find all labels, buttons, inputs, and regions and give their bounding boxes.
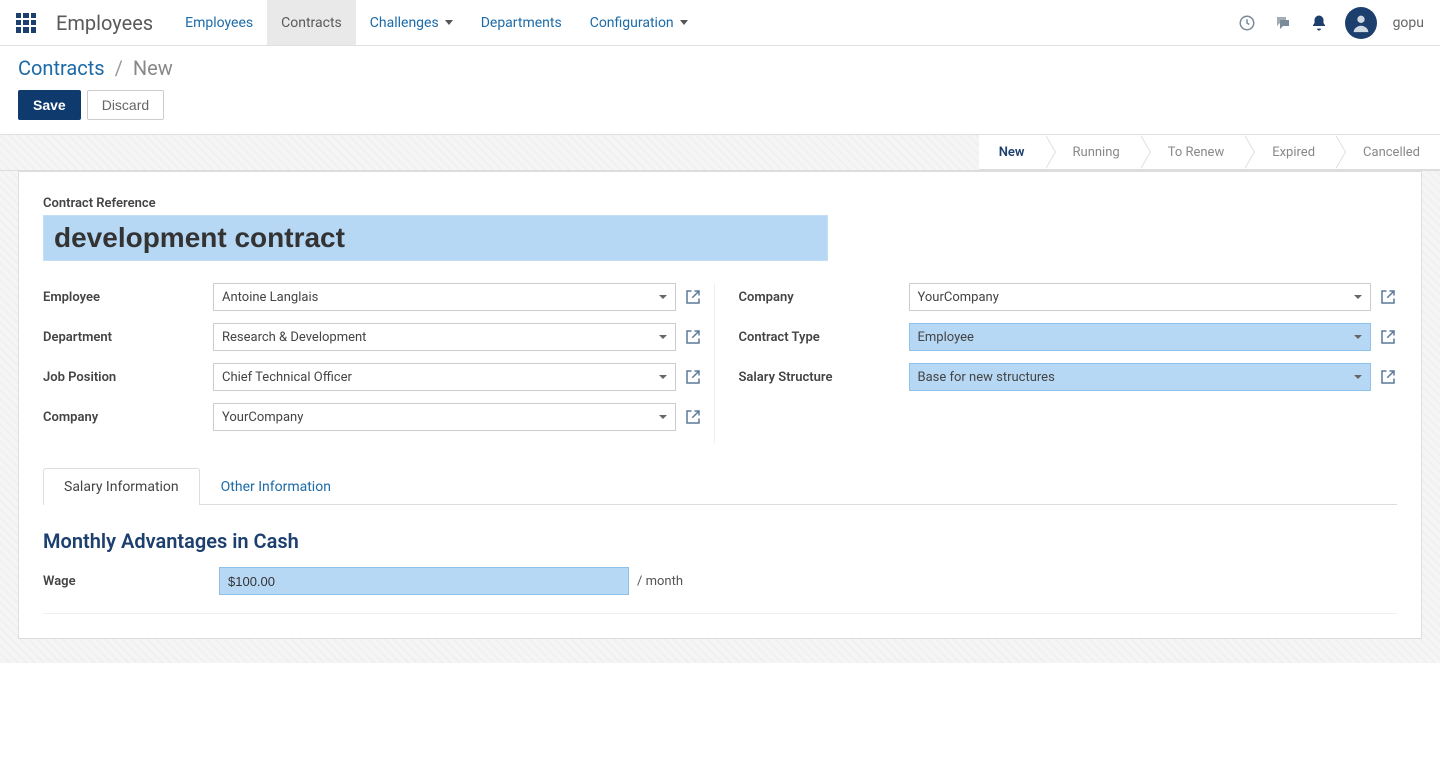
nav-item-departments[interactable]: Departments — [467, 0, 576, 45]
breadcrumb-current: New — [133, 56, 173, 80]
nav-item-contracts[interactable]: Contracts — [267, 0, 356, 45]
section-title-monthly-advantages: Monthly Advantages in Cash — [43, 529, 1397, 553]
discuss-icon[interactable] — [1273, 13, 1293, 33]
external-link-icon[interactable] — [1379, 368, 1397, 386]
external-link-icon[interactable] — [684, 368, 702, 386]
job-label: Job Position — [43, 370, 213, 385]
status-bar: New Running To Renew Expired Cancelled — [979, 135, 1440, 170]
row-department: Department Research & Development — [43, 323, 702, 351]
company-select-left[interactable]: YourCompany — [213, 403, 676, 431]
contract-type-label: Contract Type — [739, 330, 909, 345]
nav-right: gopu — [1237, 7, 1424, 39]
notifications-icon[interactable] — [1309, 13, 1329, 33]
salary-structure-label: Salary Structure — [739, 370, 909, 385]
nav-item-label: Challenges — [370, 15, 439, 31]
breadcrumb: Contracts / New — [18, 56, 1422, 80]
status-new[interactable]: New — [979, 135, 1045, 169]
status-expired[interactable]: Expired — [1244, 135, 1335, 169]
company-label: Company — [43, 410, 213, 425]
status-to-renew[interactable]: To Renew — [1140, 135, 1245, 169]
breadcrumb-separator: / — [115, 56, 123, 80]
external-link-icon[interactable] — [684, 288, 702, 306]
contract-reference-input[interactable] — [43, 215, 828, 261]
row-job: Job Position Chief Technical Officer — [43, 363, 702, 391]
row-salary-structure: Salary Structure Base for new structures — [739, 363, 1398, 391]
wage-input[interactable] — [219, 567, 629, 595]
external-link-icon[interactable] — [684, 328, 702, 346]
divider — [43, 613, 1397, 614]
caret-down-icon — [445, 20, 453, 25]
row-wage: Wage / month — [43, 567, 1397, 595]
department-select[interactable]: Research & Development — [213, 323, 676, 351]
form-grid: Employee Antoine Langlais Department Res… — [43, 283, 1397, 443]
salary-structure-select[interactable]: Base for new structures — [909, 363, 1372, 391]
top-navbar: Employees Employees Contracts Challenges… — [0, 0, 1440, 46]
username[interactable]: gopu — [1393, 15, 1424, 31]
status-bar-wrap: New Running To Renew Expired Cancelled — [0, 135, 1440, 171]
external-link-icon[interactable] — [1379, 288, 1397, 306]
nav-item-label: Configuration — [590, 15, 674, 31]
user-avatar[interactable] — [1345, 7, 1377, 39]
external-link-icon[interactable] — [1379, 328, 1397, 346]
employee-label: Employee — [43, 290, 213, 305]
contract-type-select[interactable]: Employee — [909, 323, 1372, 351]
job-select[interactable]: Chief Technical Officer — [213, 363, 676, 391]
form-col-right: Company YourCompany Contract Type Employ… — [714, 283, 1398, 443]
external-link-icon[interactable] — [684, 408, 702, 426]
company-select-right[interactable]: YourCompany — [909, 283, 1372, 311]
tab-salary-information[interactable]: Salary Information — [43, 468, 200, 505]
status-cancelled[interactable]: Cancelled — [1335, 135, 1440, 169]
discard-button[interactable]: Discard — [87, 90, 164, 120]
employee-select[interactable]: Antoine Langlais — [213, 283, 676, 311]
status-running[interactable]: Running — [1045, 135, 1140, 169]
action-buttons: Save Discard — [18, 90, 1422, 120]
activity-icon[interactable] — [1237, 13, 1257, 33]
row-company-left: Company YourCompany — [43, 403, 702, 431]
breadcrumb-contracts[interactable]: Contracts — [18, 56, 105, 80]
nav-item-employees[interactable]: Employees — [171, 0, 267, 45]
nav-item-challenges[interactable]: Challenges — [356, 0, 467, 45]
nav-item-configuration[interactable]: Configuration — [576, 0, 702, 45]
sheet-background: Contract Reference Employee Antoine Lang… — [0, 171, 1440, 663]
form-sheet: Contract Reference Employee Antoine Lang… — [18, 171, 1422, 639]
app-title: Employees — [56, 11, 153, 35]
row-company-right: Company YourCompany — [739, 283, 1398, 311]
contract-reference-label: Contract Reference — [43, 196, 1397, 211]
caret-down-icon — [680, 20, 688, 25]
control-panel: Contracts / New Save Discard — [0, 46, 1440, 135]
form-tabs: Salary Information Other Information — [43, 467, 1397, 505]
save-button[interactable]: Save — [18, 90, 81, 120]
apps-menu-icon[interactable] — [16, 13, 36, 33]
department-label: Department — [43, 330, 213, 345]
nav-menu: Employees Contracts Challenges Departmen… — [171, 0, 702, 45]
wage-label: Wage — [43, 574, 219, 589]
wage-suffix: / month — [637, 574, 683, 589]
row-contract-type: Contract Type Employee — [739, 323, 1398, 351]
row-employee: Employee Antoine Langlais — [43, 283, 702, 311]
form-col-left: Employee Antoine Langlais Department Res… — [43, 283, 714, 443]
tab-other-information[interactable]: Other Information — [200, 468, 352, 505]
company-label-right: Company — [739, 290, 909, 305]
